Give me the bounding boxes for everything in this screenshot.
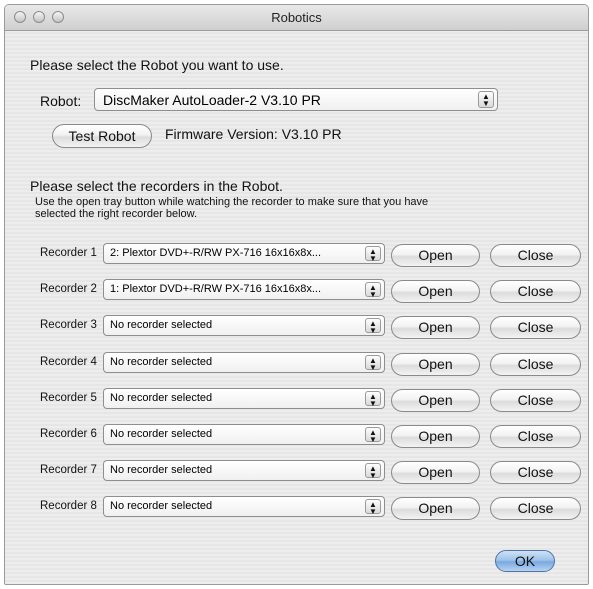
open-tray-button[interactable]: Open (391, 389, 480, 412)
robot-select[interactable]: DiscMaker AutoLoader-2 V3.10 PR ▲ ▼ (94, 88, 498, 111)
open-tray-button[interactable]: Open (391, 280, 480, 303)
close-tray-button[interactable]: Close (490, 244, 581, 267)
popup-arrows-icon: ▲ ▼ (365, 427, 381, 444)
close-tray-button[interactable]: Close (490, 497, 581, 520)
recorder-select-value: No recorder selected (110, 464, 213, 476)
recorder-label: Recorder 4 (40, 356, 97, 368)
recorder-label: Recorder 6 (40, 428, 97, 440)
close-tray-button[interactable]: Close (490, 425, 581, 448)
firmware-version: Firmware Version: V3.10 PR (165, 126, 342, 142)
popup-arrows-icon: ▲ ▼ (365, 246, 381, 263)
close-tray-button[interactable]: Close (490, 353, 581, 376)
recorder-label: Recorder 8 (40, 500, 97, 512)
popup-arrows-icon: ▲ ▼ (365, 318, 381, 335)
robot-prompt: Please select the Robot you want to use. (30, 57, 284, 73)
title-bar[interactable]: Robotics (5, 5, 588, 31)
recorder-select-value: No recorder selected (110, 428, 213, 440)
recorder-select[interactable]: No recorder selected ▲ ▼ (103, 424, 385, 445)
recorder-select-value: 1: Plextor DVD+-R/RW PX-716 16x16x8x... (110, 283, 322, 295)
recorder-select-value: No recorder selected (110, 356, 213, 368)
popup-arrows-icon: ▲ ▼ (365, 463, 381, 480)
window-title: Robotics (271, 10, 322, 25)
recorder-select-value: 2: Plextor DVD+-R/RW PX-716 16x16x8x... (110, 247, 322, 259)
robot-label: Robot: (40, 93, 82, 109)
recorder-select[interactable]: No recorder selected ▲ ▼ (103, 388, 385, 409)
open-tray-button[interactable]: Open (391, 497, 480, 520)
recorder-select[interactable]: 1: Plextor DVD+-R/RW PX-716 16x16x8x... ▲… (103, 279, 385, 300)
popup-arrows-icon: ▲ ▼ (365, 282, 381, 299)
recorder-select[interactable]: No recorder selected ▲ ▼ (103, 496, 385, 517)
robotics-window: Robotics Please select the Robot you wan… (4, 4, 589, 585)
popup-arrows-icon: ▲ ▼ (478, 91, 494, 108)
recorder-label: Recorder 3 (40, 319, 97, 331)
recorders-help-line1: Use the open tray button while watching … (35, 196, 429, 208)
close-tray-button[interactable]: Close (490, 389, 581, 412)
recorder-select[interactable]: No recorder selected ▲ ▼ (103, 460, 385, 481)
close-tray-button[interactable]: Close (490, 280, 581, 303)
close-tray-button[interactable]: Close (490, 316, 581, 339)
recorder-label: Recorder 7 (40, 464, 97, 476)
open-tray-button[interactable]: Open (391, 461, 480, 484)
robot-select-value: DiscMaker AutoLoader-2 V3.10 PR (103, 92, 321, 108)
close-tray-button[interactable]: Close (490, 461, 581, 484)
recorder-select[interactable]: No recorder selected ▲ ▼ (103, 315, 385, 336)
recorder-select-value: No recorder selected (110, 319, 213, 331)
recorder-select-value: No recorder selected (110, 500, 213, 512)
ok-button[interactable]: OK (495, 550, 555, 572)
popup-arrows-icon: ▲ ▼ (365, 499, 381, 516)
recorder-select[interactable]: No recorder selected ▲ ▼ (103, 352, 385, 373)
recorder-select-value: No recorder selected (110, 392, 213, 404)
recorder-label: Recorder 1 (40, 247, 97, 259)
open-tray-button[interactable]: Open (391, 353, 480, 376)
recorder-label: Recorder 5 (40, 392, 97, 404)
popup-arrows-icon: ▲ ▼ (365, 355, 381, 372)
recorders-help-line2: selected the right recorder below. (35, 208, 198, 220)
recorder-label: Recorder 2 (40, 283, 97, 295)
recorders-heading: Please select the recorders in the Robot… (30, 178, 283, 194)
test-robot-button[interactable]: Test Robot (52, 124, 152, 148)
recorder-select[interactable]: 2: Plextor DVD+-R/RW PX-716 16x16x8x... ▲… (103, 243, 385, 264)
popup-arrows-icon: ▲ ▼ (365, 391, 381, 408)
open-tray-button[interactable]: Open (391, 425, 480, 448)
open-tray-button[interactable]: Open (391, 244, 480, 267)
open-tray-button[interactable]: Open (391, 316, 480, 339)
